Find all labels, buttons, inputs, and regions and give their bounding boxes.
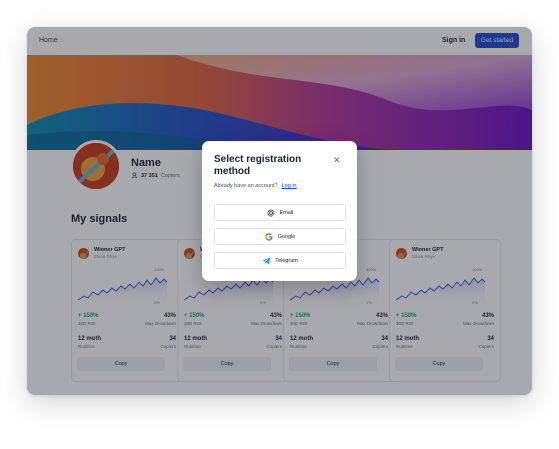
modal-subtitle-text: Already have an account? — [214, 183, 278, 189]
google-option-label: Google — [277, 233, 296, 240]
telegram-icon — [262, 256, 271, 265]
email-option-label: Email — [279, 209, 294, 216]
close-icon[interactable]: ✕ — [333, 156, 341, 165]
registration-modal: Select registration method ✕ Already hav… — [202, 141, 357, 281]
modal-title: Select registration method — [214, 154, 302, 177]
telegram-option-button[interactable]: Telegram — [214, 252, 346, 269]
login-link[interactable]: Log in — [282, 183, 297, 189]
email-option-button[interactable]: Email — [214, 204, 346, 221]
google-option-button[interactable]: Google — [214, 228, 346, 245]
telegram-option-label: Telegram — [275, 257, 298, 264]
modal-subtitle: Already have an account? Log in — [214, 183, 297, 189]
google-icon — [265, 232, 274, 241]
at-icon — [267, 208, 276, 217]
